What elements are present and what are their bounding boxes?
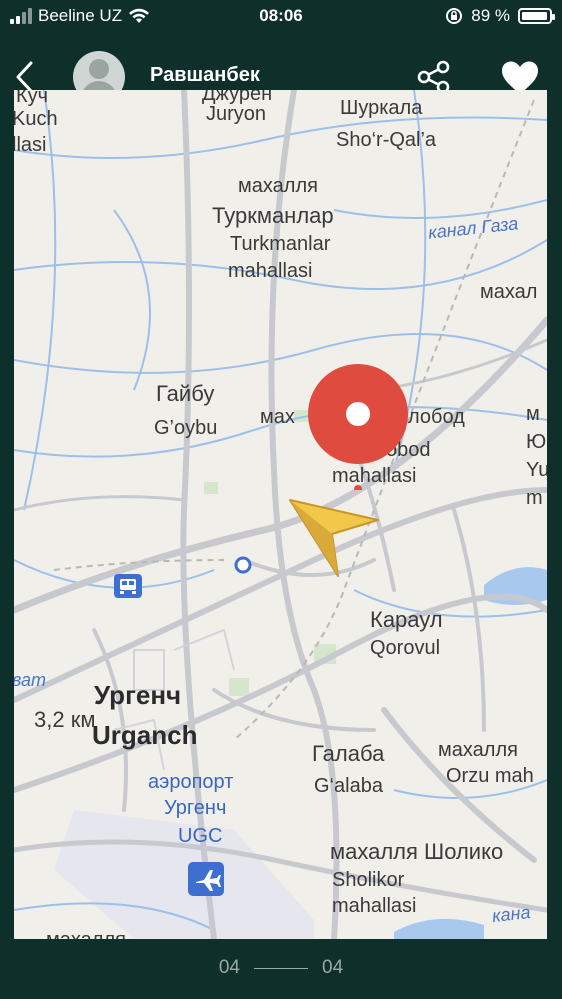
map-label-mahallya-bottom: махалля bbox=[46, 928, 126, 939]
map-label-mah: мах bbox=[260, 406, 295, 428]
map-label-goybu: G’oybu bbox=[154, 417, 218, 439]
pager-total: 04 bbox=[322, 957, 344, 978]
pager-divider bbox=[254, 967, 308, 969]
map-label-gaybu: Гайбу bbox=[156, 381, 215, 406]
map-label-urgench: Ургенч bbox=[94, 680, 182, 710]
map-label-right-m2: m bbox=[526, 487, 543, 509]
status-bar: Beeline UZ 08:06 89 % bbox=[0, 0, 562, 34]
map-label-sholikor: махалля Шолико bbox=[330, 839, 504, 864]
map-label-obod-cyr: лобод bbox=[408, 406, 465, 428]
bus-station-icon[interactable] bbox=[114, 574, 142, 598]
status-right: 89 % bbox=[445, 6, 555, 26]
map-label-mahallasi-1: mahallasi bbox=[228, 260, 313, 282]
map-label-orzu: Orzu mah bbox=[446, 765, 534, 787]
map-label-kuch: Куч bbox=[16, 90, 49, 107]
airport-icon[interactable] bbox=[188, 862, 224, 896]
map-label-right-yu-lat: Yu bbox=[526, 459, 547, 481]
map-label-shurkala: Шуркала bbox=[340, 97, 423, 119]
map-label-mahallasi-3: mahallasi bbox=[332, 895, 417, 917]
share-icon[interactable] bbox=[416, 60, 452, 94]
map-label-urgench-airport: Ургенч bbox=[164, 797, 227, 819]
map-label-mahallya-orzu: махалля bbox=[438, 739, 518, 761]
map-label-ugc: UGC bbox=[178, 825, 223, 847]
back-arrow-icon[interactable] bbox=[12, 60, 38, 94]
map-label-qorovul: Qorovul bbox=[370, 637, 441, 659]
map-label-kuch-lat: Kuch bbox=[14, 108, 58, 130]
map-view[interactable]: Куч Kuch llasi Джурён Juryon Шуркала Sho… bbox=[14, 90, 547, 939]
battery-icon bbox=[518, 8, 555, 24]
location-pin-icon[interactable] bbox=[306, 362, 410, 490]
rotation-lock-icon bbox=[446, 8, 463, 24]
map-label-kana-bottom: кана bbox=[491, 902, 532, 926]
map-label-vat: ват bbox=[14, 670, 47, 690]
battery-percent: 89 % bbox=[471, 6, 510, 25]
map-label-turkmanlar: Туркманлар bbox=[212, 203, 334, 228]
map-label-juryon: Juryon bbox=[206, 103, 267, 125]
user-name[interactable]: Равшанбек bbox=[150, 64, 260, 87]
map-label-sholikor-lat: Sholikor bbox=[332, 869, 405, 891]
map-label-galaba: Галаба bbox=[312, 741, 385, 766]
map-label-mahal-right: махал bbox=[480, 281, 538, 303]
map-label-mahallya-1: махалля bbox=[238, 175, 318, 197]
map-label-turkmanlar-lat: Turkmanlar bbox=[230, 233, 331, 255]
map-label-aeroport: аэропорт bbox=[148, 771, 234, 793]
photo-pager: 04 04 bbox=[0, 950, 562, 986]
map-distance-label: 3,2 км bbox=[34, 707, 96, 732]
map-label-shoqala: Sho‘r-Qal’a bbox=[336, 129, 437, 151]
map-label-right-yu: Ю bbox=[526, 431, 547, 453]
navigation-arrow-icon bbox=[289, 499, 379, 577]
metro-stop-icon[interactable] bbox=[234, 556, 252, 574]
map-label-lasi: llasi bbox=[14, 134, 47, 156]
map-label-urganch: Urganch bbox=[92, 720, 198, 750]
map-label-right-m: м bbox=[526, 403, 540, 425]
map-label-karaul: Караул bbox=[370, 607, 443, 632]
pager-current: 04 bbox=[218, 957, 240, 978]
map-label-galaba-lat: G‘alaba bbox=[314, 775, 383, 797]
